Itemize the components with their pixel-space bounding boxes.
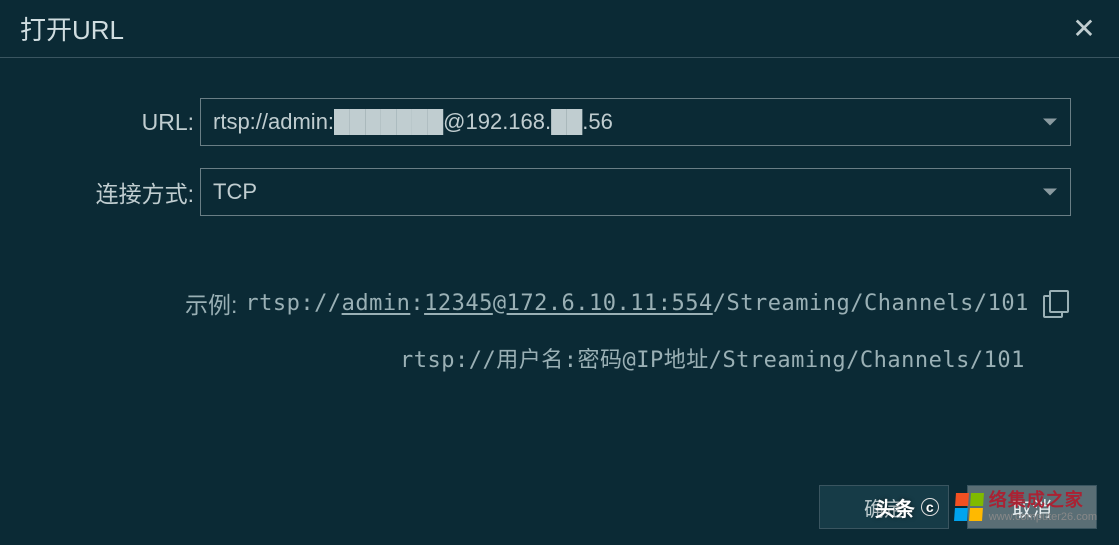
url-row: URL: [30,98,1089,146]
open-url-dialog: 打开URL ✕ URL: 连接方式: TCP 示例: rtsp: [0,0,1119,545]
url-input-wrap [200,98,1071,146]
dialog-title-bar: 打开URL ✕ [0,0,1119,58]
copy-icon[interactable] [1043,290,1067,316]
dialog-title: 打开URL [20,10,124,47]
example-section: 示例: rtsp://admin:12345@172.6.10.11:554/S… [30,286,1089,374]
close-icon[interactable]: ✕ [1069,14,1099,44]
url-input[interactable] [200,98,1071,146]
ok-button[interactable]: 确定 [819,485,949,529]
connection-select-wrap: TCP [200,168,1071,216]
url-label: URL: [30,109,200,136]
dialog-button-bar: 确定 取消 [819,485,1097,529]
cancel-button[interactable]: 取消 [967,485,1097,529]
example-line-2: rtsp://用户名:密码@IP地址/Streaming/Channels/10… [30,342,1089,374]
connection-label: 连接方式: [30,175,200,209]
example-url-text: rtsp://admin:12345@172.6.10.11:554/Strea… [245,291,1029,316]
connection-select[interactable]: TCP [200,168,1071,216]
example-label: 示例: [185,286,237,320]
connection-value: TCP [213,179,257,205]
example-line-1: 示例: rtsp://admin:12345@172.6.10.11:554/S… [30,286,1089,320]
connection-row: 连接方式: TCP [30,168,1089,216]
dialog-body: URL: 连接方式: TCP 示例: rtsp://admin:12345@17… [0,58,1119,374]
